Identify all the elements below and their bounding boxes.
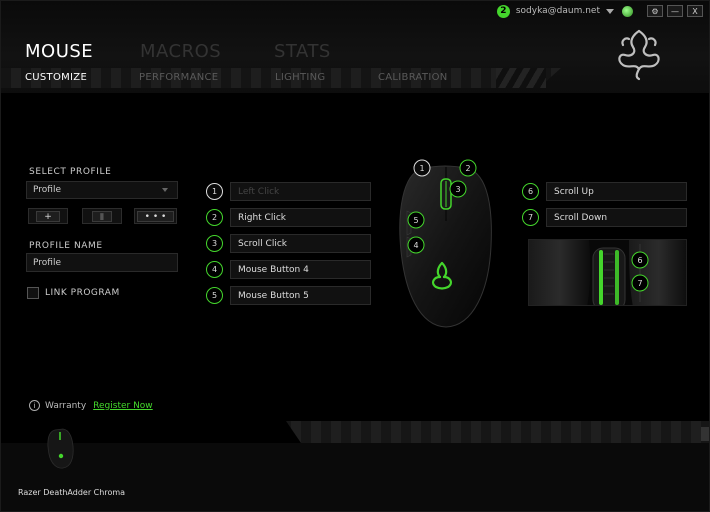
tab-macros[interactable]: MACROS — [140, 41, 274, 62]
account-dropdown-icon[interactable] — [606, 8, 614, 14]
callout-4: 4 — [413, 241, 418, 250]
razer-logo-icon — [618, 29, 660, 81]
button-number-6: 6 — [522, 183, 539, 200]
tab-lighting[interactable]: LIGHTING — [275, 72, 378, 83]
synapse-window: 2 sodyka@daum.net ⚙ — X MOUSE MACROS STA… — [0, 0, 710, 512]
button-number-2: 2 — [206, 209, 223, 226]
tab-performance[interactable]: PERFORMANCE — [139, 72, 275, 83]
info-icon: i — [29, 400, 40, 411]
callout-5: 5 — [413, 216, 418, 225]
sub-tabs: CUSTOMIZE PERFORMANCE LIGHTING CALIBRATI… — [25, 72, 458, 83]
delete-profile-button[interactable]: ▮ — [82, 208, 122, 224]
profile-select-value: Profile — [33, 185, 61, 195]
button-number-5: 5 — [206, 287, 223, 304]
link-program-label: LINK PROGRAM — [45, 288, 120, 298]
button-assign-scroll-down[interactable]: Scroll Down — [546, 208, 687, 227]
profile-select[interactable]: Profile — [26, 181, 178, 199]
plus-icon: + — [36, 210, 60, 222]
button-number-1: 1 — [206, 183, 223, 200]
button-number-7: 7 — [522, 209, 539, 226]
button-assign-mouse-button-4[interactable]: Mouse Button 4 — [230, 260, 371, 279]
callout-3: 3 — [455, 185, 460, 194]
warranty-row: i Warranty Register Now — [29, 400, 153, 411]
register-now-link[interactable]: Register Now — [93, 401, 153, 411]
button-number-3: 3 — [206, 235, 223, 252]
tab-customize[interactable]: CUSTOMIZE — [25, 72, 139, 83]
close-button[interactable]: X — [687, 5, 703, 17]
device-bar — [1, 421, 709, 511]
header: 2 sodyka@daum.net ⚙ — X MOUSE MACROS STA… — [1, 1, 709, 93]
account-email[interactable]: sodyka@daum.net — [516, 6, 600, 16]
callout-1: 1 — [419, 164, 424, 173]
button-assign-mouse-button-5[interactable]: Mouse Button 5 — [230, 286, 371, 305]
settings-button[interactable]: ⚙ — [647, 5, 663, 17]
notification-badge[interactable]: 2 — [496, 4, 510, 18]
link-program-checkbox[interactable] — [27, 287, 39, 299]
trash-icon: ▮ — [91, 210, 113, 222]
button-assign-scroll-up[interactable]: Scroll Up — [546, 182, 687, 201]
callout-6: 6 — [637, 256, 642, 265]
main-tabs: MOUSE MACROS STATS — [25, 41, 354, 62]
device-mouse-thumbnail[interactable] — [41, 426, 81, 470]
top-bar: 2 sodyka@daum.net ⚙ — X — [496, 4, 703, 18]
scroll-wheel-closeup: 6 7 — [528, 239, 687, 306]
callout-2: 2 — [465, 164, 470, 173]
minimize-button[interactable]: — — [667, 5, 683, 17]
mouse-illustration: 1 2 3 5 4 — [399, 159, 492, 328]
profile-name-value: Profile — [33, 257, 61, 268]
tab-calibration[interactable]: CALIBRATION — [378, 72, 458, 83]
button-number-4: 4 — [206, 261, 223, 278]
add-profile-button[interactable]: + — [28, 208, 68, 224]
tab-mouse[interactable]: MOUSE — [25, 41, 140, 62]
device-scroll-handle[interactable] — [701, 427, 709, 441]
warranty-label: Warranty — [45, 400, 87, 411]
chevron-down-icon — [162, 188, 168, 192]
tab-stats[interactable]: STATS — [274, 41, 354, 62]
button-assign-scroll-click[interactable]: Scroll Click — [230, 234, 371, 253]
profile-name-input[interactable]: Profile — [26, 253, 178, 272]
profile-name-label: PROFILE NAME — [29, 241, 103, 251]
device-name: Razer DeathAdder Chroma — [18, 488, 126, 497]
callout-7: 7 — [637, 279, 642, 288]
more-icon: • • • — [136, 210, 175, 222]
button-assign-right-click[interactable]: Right Click — [230, 208, 371, 227]
button-assign-left-click[interactable]: Left Click — [230, 182, 371, 201]
profile-options-button[interactable]: • • • — [134, 208, 177, 224]
select-profile-label: SELECT PROFILE — [29, 167, 112, 177]
online-status-icon — [622, 5, 633, 17]
